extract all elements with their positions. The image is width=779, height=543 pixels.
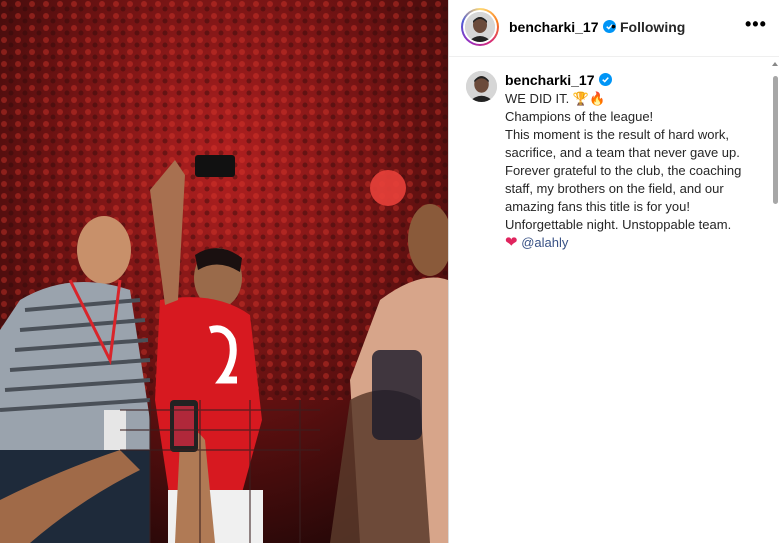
post-viewer: bencharki_17 • Following ••• bencharki_1… (0, 0, 779, 543)
caption-avatar-image (466, 71, 497, 102)
scrollbar-thumb[interactable] (773, 76, 778, 204)
caption-line-3: This moment is the result of hard work, … (505, 127, 740, 160)
story-avatar[interactable] (461, 8, 499, 46)
caption-line-6: ❤ @alahly (505, 234, 765, 252)
caption-scrollbar[interactable] (771, 60, 779, 543)
caption-line-2: Champions of the league! (505, 109, 654, 124)
avatar-image (465, 12, 495, 42)
avatar (465, 12, 495, 42)
more-options-icon[interactable]: ••• (745, 15, 767, 33)
post-sidebar: bencharki_17 • Following ••• bencharki_1… (448, 0, 779, 543)
caption-line-1: WE DID IT. 🏆🔥 (505, 90, 765, 108)
red-heart-emoji: ❤ (505, 234, 518, 251)
caption-line-1-text: WE DID IT. (505, 91, 570, 106)
following-button[interactable]: Following (620, 19, 685, 35)
post-caption: bencharki_17 WE DID IT. 🏆🔥 Champions of … (505, 71, 765, 252)
trophy-fire-emojis: 🏆🔥 (572, 91, 606, 106)
avatar-border (463, 10, 497, 44)
caption-verified-badge-icon (598, 73, 612, 86)
post-header: bencharki_17 • Following ••• (449, 0, 779, 57)
mention-link[interactable]: @alahly (521, 235, 568, 250)
scroll-up-arrow-icon[interactable] (772, 62, 778, 66)
post-username[interactable]: bencharki_17 (509, 19, 616, 35)
caption-line-5: Unforgettable night. Unstoppable team. (505, 217, 732, 232)
separator-dot: • (611, 18, 616, 34)
username-text[interactable]: bencharki_17 (509, 19, 599, 35)
caption-line-4: Forever grateful to the club, the coachi… (505, 163, 742, 214)
caption-avatar[interactable] (466, 71, 497, 102)
caption-username[interactable]: bencharki_17 (505, 72, 595, 88)
post-photo[interactable] (0, 0, 448, 543)
stadium-selfie-image (0, 0, 448, 543)
